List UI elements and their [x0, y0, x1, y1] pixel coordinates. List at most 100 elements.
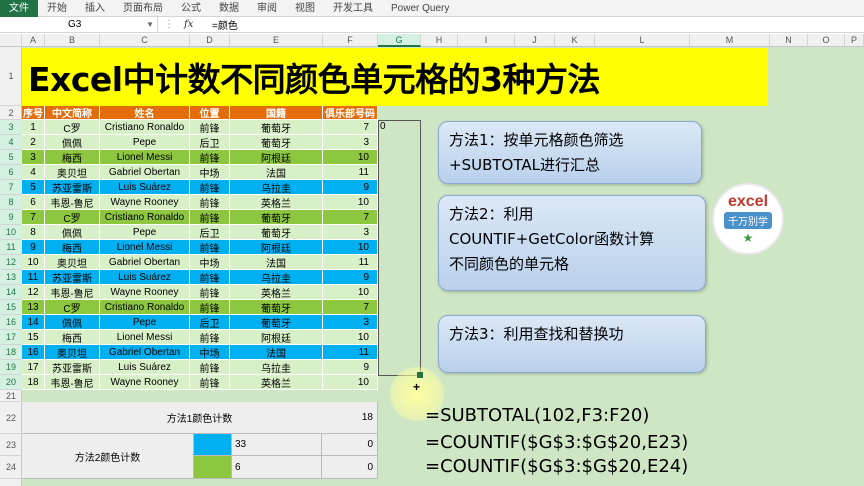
table-cell[interactable]: 18 [22, 375, 45, 390]
table-header-cell[interactable]: 俱乐部号码 [323, 106, 378, 120]
row-header[interactable]: 19 [0, 360, 22, 375]
row-header[interactable]: 2 [0, 106, 22, 120]
table-cell[interactable]: 阿根廷 [230, 240, 323, 255]
table-cell[interactable]: 12 [22, 285, 45, 300]
ribbon-tab[interactable]: 公式 [172, 0, 210, 17]
color-swatch-blue[interactable] [194, 434, 232, 456]
ribbon-tab[interactable]: 页面布局 [114, 0, 172, 17]
table-cell[interactable]: 前锋 [190, 120, 230, 135]
table-cell[interactable]: Cristiano Ronaldo [100, 120, 190, 135]
name-box[interactable]: G3 ▼ [0, 16, 158, 33]
table-cell[interactable]: 葡萄牙 [230, 300, 323, 315]
row-header[interactable]: 1 [0, 47, 22, 106]
table-cell[interactable]: 前锋 [190, 330, 230, 345]
table-cell[interactable]: Lionel Messi [100, 240, 190, 255]
row-header[interactable]: 21 [0, 390, 22, 402]
table-cell[interactable]: 3 [22, 150, 45, 165]
table-cell[interactable]: 9 [22, 240, 45, 255]
row-header[interactable]: 6 [0, 165, 22, 180]
table-cell[interactable]: 梅西 [45, 150, 100, 165]
table-cell[interactable]: 10 [323, 375, 378, 390]
column-header[interactable]: H [421, 34, 458, 47]
table-cell[interactable]: Luis Suárez [100, 360, 190, 375]
table-cell[interactable]: 4 [22, 165, 45, 180]
column-header[interactable]: I [458, 34, 515, 47]
table-cell[interactable]: 10 [323, 195, 378, 210]
table-header-cell[interactable]: 国籍 [230, 106, 323, 120]
table-cell[interactable]: Luis Suárez [100, 180, 190, 195]
row-header[interactable]: 15 [0, 300, 22, 315]
count-green-value[interactable]: 0 [322, 456, 378, 479]
column-header[interactable]: J [515, 34, 555, 47]
table-cell[interactable]: 苏亚雷斯 [45, 180, 100, 195]
table-cell[interactable]: 法国 [230, 345, 323, 360]
table-cell[interactable]: 17 [22, 360, 45, 375]
column-header[interactable]: C [100, 34, 190, 47]
table-cell[interactable]: 5 [22, 180, 45, 195]
column-header[interactable]: A [22, 34, 45, 47]
table-cell[interactable]: Pepe [100, 315, 190, 330]
ribbon-tab[interactable]: 视图 [286, 0, 324, 17]
color-code-6[interactable]: 6 [232, 456, 322, 479]
table-cell[interactable]: 奥贝坦 [45, 345, 100, 360]
cell-g3-value[interactable]: 0 [380, 121, 386, 132]
table-cell[interactable]: 1 [22, 120, 45, 135]
ribbon-tab[interactable]: Power Query [382, 0, 458, 17]
table-cell[interactable]: 3 [323, 135, 378, 150]
table-cell[interactable]: 前锋 [190, 195, 230, 210]
table-cell[interactable]: 15 [22, 330, 45, 345]
row-header[interactable]: 24 [0, 456, 22, 479]
table-cell[interactable]: C罗 [45, 210, 100, 225]
table-cell[interactable]: 前锋 [190, 150, 230, 165]
table-cell[interactable]: C罗 [45, 300, 100, 315]
table-cell[interactable]: 葡萄牙 [230, 315, 323, 330]
table-cell[interactable]: 葡萄牙 [230, 120, 323, 135]
column-header[interactable]: G [378, 34, 421, 47]
color-swatch-green[interactable] [194, 456, 232, 479]
table-cell[interactable]: 14 [22, 315, 45, 330]
table-cell[interactable]: 前锋 [190, 375, 230, 390]
table-cell[interactable]: 英格兰 [230, 285, 323, 300]
table-cell[interactable]: Lionel Messi [100, 150, 190, 165]
table-cell[interactable]: 奥贝坦 [45, 255, 100, 270]
table-cell[interactable]: 后卫 [190, 315, 230, 330]
table-cell[interactable]: Luis Suárez [100, 270, 190, 285]
row-header[interactable]: 7 [0, 180, 22, 195]
row-header[interactable]: 16 [0, 315, 22, 330]
table-cell[interactable]: 10 [22, 255, 45, 270]
table-cell[interactable]: 3 [323, 225, 378, 240]
table-cell[interactable]: 13 [22, 300, 45, 315]
table-cell[interactable]: 韦恩-鲁尼 [45, 285, 100, 300]
ribbon-tab[interactable]: 插入 [76, 0, 114, 17]
table-cell[interactable]: 苏亚雷斯 [45, 360, 100, 375]
table-cell[interactable]: Gabriel Obertan [100, 345, 190, 360]
table-cell[interactable]: 7 [323, 210, 378, 225]
table-cell[interactable]: 11 [323, 345, 378, 360]
row-header[interactable]: 22 [0, 402, 22, 434]
table-cell[interactable]: 葡萄牙 [230, 225, 323, 240]
row-header[interactable]: 5 [0, 150, 22, 165]
table-cell[interactable]: 前锋 [190, 360, 230, 375]
count-blue-value[interactable]: 0 [322, 434, 378, 456]
table-cell[interactable]: 前锋 [190, 240, 230, 255]
table-cell[interactable]: 英格兰 [230, 375, 323, 390]
row-header[interactable]: 12 [0, 255, 22, 270]
table-cell[interactable]: C罗 [45, 120, 100, 135]
table-cell[interactable]: 中场 [190, 345, 230, 360]
table-cell[interactable]: 10 [323, 240, 378, 255]
table-cell[interactable]: Gabriel Obertan [100, 165, 190, 180]
table-cell[interactable]: 6 [22, 195, 45, 210]
row-header[interactable]: 18 [0, 345, 22, 360]
table-cell[interactable]: 10 [323, 150, 378, 165]
table-cell[interactable]: 佩佩 [45, 135, 100, 150]
color-code-33[interactable]: 33 [232, 434, 322, 456]
ribbon-tab[interactable]: 审阅 [248, 0, 286, 17]
column-header[interactable]: F [323, 34, 378, 47]
chevron-down-icon[interactable]: ▼ [146, 17, 154, 33]
table-cell[interactable]: 奥贝坦 [45, 165, 100, 180]
table-cell[interactable]: 8 [22, 225, 45, 240]
table-cell[interactable]: 10 [323, 330, 378, 345]
table-cell[interactable]: 11 [323, 255, 378, 270]
row-header[interactable]: 14 [0, 285, 22, 300]
row-header[interactable]: 9 [0, 210, 22, 225]
